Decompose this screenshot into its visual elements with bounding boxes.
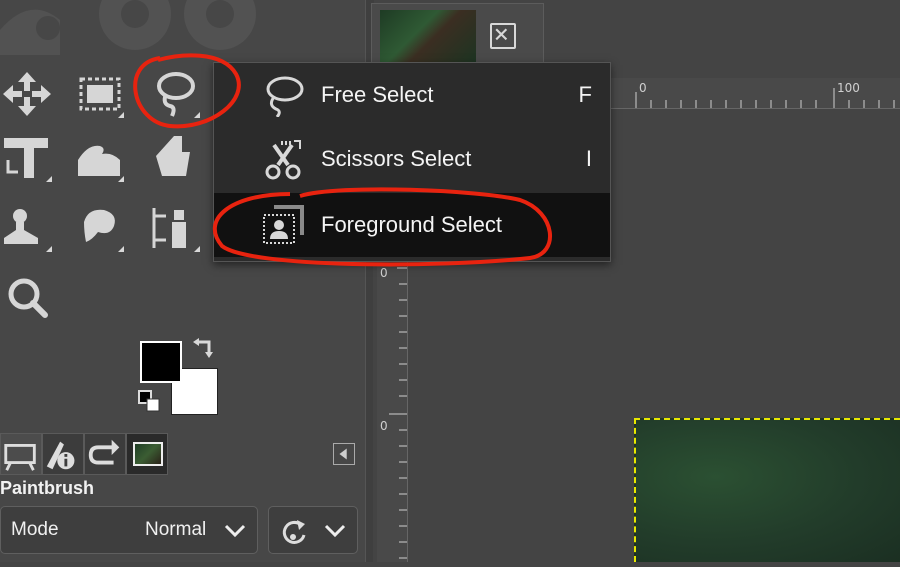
swap-colors-icon[interactable] [193, 338, 219, 364]
chevron-down-icon [324, 524, 346, 538]
undo-history-icon [88, 439, 120, 465]
smudge-tool[interactable] [72, 200, 128, 256]
bucket-icon [156, 136, 190, 176]
default-colors-icon[interactable] [138, 390, 162, 414]
menu-item-label: Foreground Select [321, 212, 502, 237]
pen-info-icon [46, 441, 75, 470]
mode-dropdown[interactable]: Mode Normal [0, 506, 258, 554]
ruler-label-100: 100 [837, 81, 860, 95]
mode-reset-dropdown[interactable] [268, 506, 358, 554]
reset-icon [282, 520, 306, 544]
menu-item-label: Free Select [321, 82, 434, 107]
tool-group-indicator [118, 246, 124, 252]
free-select-tool[interactable] [148, 66, 204, 122]
tool-options-title: Paintbrush [0, 478, 95, 498]
triangle-left-icon [339, 448, 347, 460]
rect-select-tool[interactable] [72, 66, 128, 122]
tool-group-indicator [46, 246, 52, 252]
lasso-icon [266, 76, 304, 117]
menu-item-foreground-select[interactable]: Foreground Select [214, 193, 610, 257]
tool-group-indicator [194, 112, 200, 118]
tool-group-popup-menu: Free Select F Scissors Select I Foregrou… [213, 62, 611, 262]
chevron-down-icon [224, 524, 246, 538]
warp-tool[interactable] [72, 130, 128, 186]
tab-tool-options[interactable] [0, 433, 42, 475]
close-icon[interactable] [490, 23, 516, 49]
ruler-label-0: 0 [380, 266, 388, 280]
ruler-label-0: 0 [639, 81, 647, 95]
crop-tool[interactable] [0, 130, 56, 186]
menu-item-shortcut: I [585, 146, 592, 171]
image-thumbnail-icon [133, 442, 163, 466]
scissors-icon [265, 140, 301, 180]
mode-value: Normal [145, 519, 207, 540]
foreground-color-swatch[interactable] [140, 341, 182, 383]
tool-options-icon [4, 444, 36, 471]
gradient-tool[interactable] [148, 200, 204, 256]
image-canvas[interactable] [634, 418, 900, 562]
ruler-label-0: 0 [380, 419, 388, 433]
move-tool[interactable] [0, 66, 56, 122]
wilber-logo-band [0, 0, 365, 55]
menu-item-shortcut: F [578, 82, 592, 107]
magnifier-icon [8, 278, 48, 318]
clone-tool[interactable] [0, 200, 56, 256]
tab-device-status[interactable] [42, 433, 84, 475]
bucket-fill-tool[interactable] [148, 130, 204, 186]
move-icon [3, 72, 51, 116]
image-tab[interactable] [371, 3, 544, 63]
tab-images[interactable] [126, 433, 168, 475]
tool-group-indicator [118, 176, 124, 182]
tool-group-indicator [194, 246, 200, 252]
menu-item-free-select[interactable]: Free Select F [214, 63, 610, 127]
menu-item-label: Scissors Select [321, 146, 472, 171]
zoom-tool[interactable] [0, 270, 56, 326]
tool-group-indicator [46, 176, 52, 182]
menu-item-scissors-select[interactable]: Scissors Select I [214, 127, 610, 191]
mode-label: Mode [11, 519, 59, 540]
foreground-select-icon [263, 205, 304, 244]
dock-menu-button[interactable] [333, 443, 355, 465]
horizontal-ruler[interactable]: 0 100 [606, 78, 900, 109]
tab-undo-history[interactable] [84, 433, 126, 475]
dock-tab-bar [0, 433, 175, 475]
image-thumbnail [380, 10, 476, 62]
tool-group-indicator [118, 112, 124, 118]
